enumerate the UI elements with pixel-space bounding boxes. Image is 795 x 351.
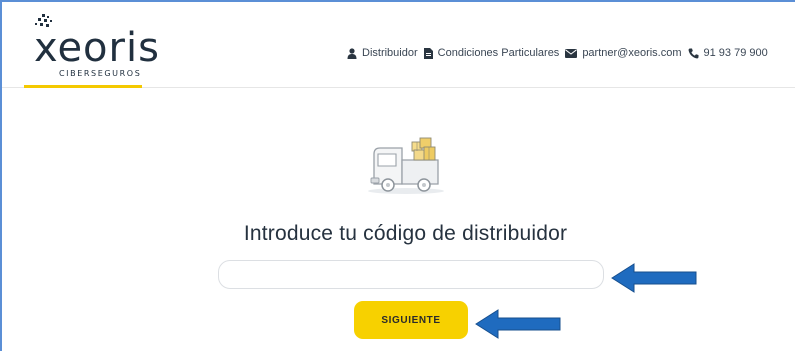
distributor-code-input[interactable] — [218, 260, 604, 289]
page-frame: xeoris CIBERSEGUROS Distribuidor Condici… — [0, 0, 795, 351]
logo-underline — [24, 85, 142, 88]
nav-label: 91 93 79 900 — [703, 47, 768, 59]
nav-label: Condiciones Particulares — [437, 47, 560, 59]
nav-condiciones[interactable]: Condiciones Particulares — [423, 47, 560, 59]
envelope-icon — [565, 48, 578, 58]
logo[interactable]: xeoris CIBERSEGUROS — [28, 14, 178, 84]
page-title: Introduce tu código de distribuidor — [2, 222, 795, 246]
top-navigation: Distribuidor Condiciones Particulares pa… — [347, 44, 768, 62]
next-button[interactable]: SIGUIENTE — [354, 301, 468, 339]
user-icon — [347, 47, 357, 59]
site-header: xeoris CIBERSEGUROS Distribuidor Condici… — [2, 2, 795, 88]
nav-distribuidor[interactable]: Distribuidor — [347, 47, 418, 59]
annotation-arrow-input — [611, 263, 697, 293]
nav-label: Distribuidor — [362, 47, 418, 59]
logo-wordmark: xeoris — [34, 25, 160, 71]
delivery-truck-icon — [368, 137, 444, 194]
phone-icon — [688, 48, 699, 58]
page-title-text: Introduce tu código de distribuidor — [243, 222, 568, 245]
annotation-arrow-button — [475, 309, 561, 339]
nav-label: partner@xeoris.com — [582, 47, 682, 59]
document-icon — [423, 47, 433, 59]
nav-phone[interactable]: 91 93 79 900 — [688, 47, 768, 59]
logo-tagline: CIBERSEGUROS — [59, 69, 142, 78]
nav-email[interactable]: partner@xeoris.com — [565, 47, 682, 59]
